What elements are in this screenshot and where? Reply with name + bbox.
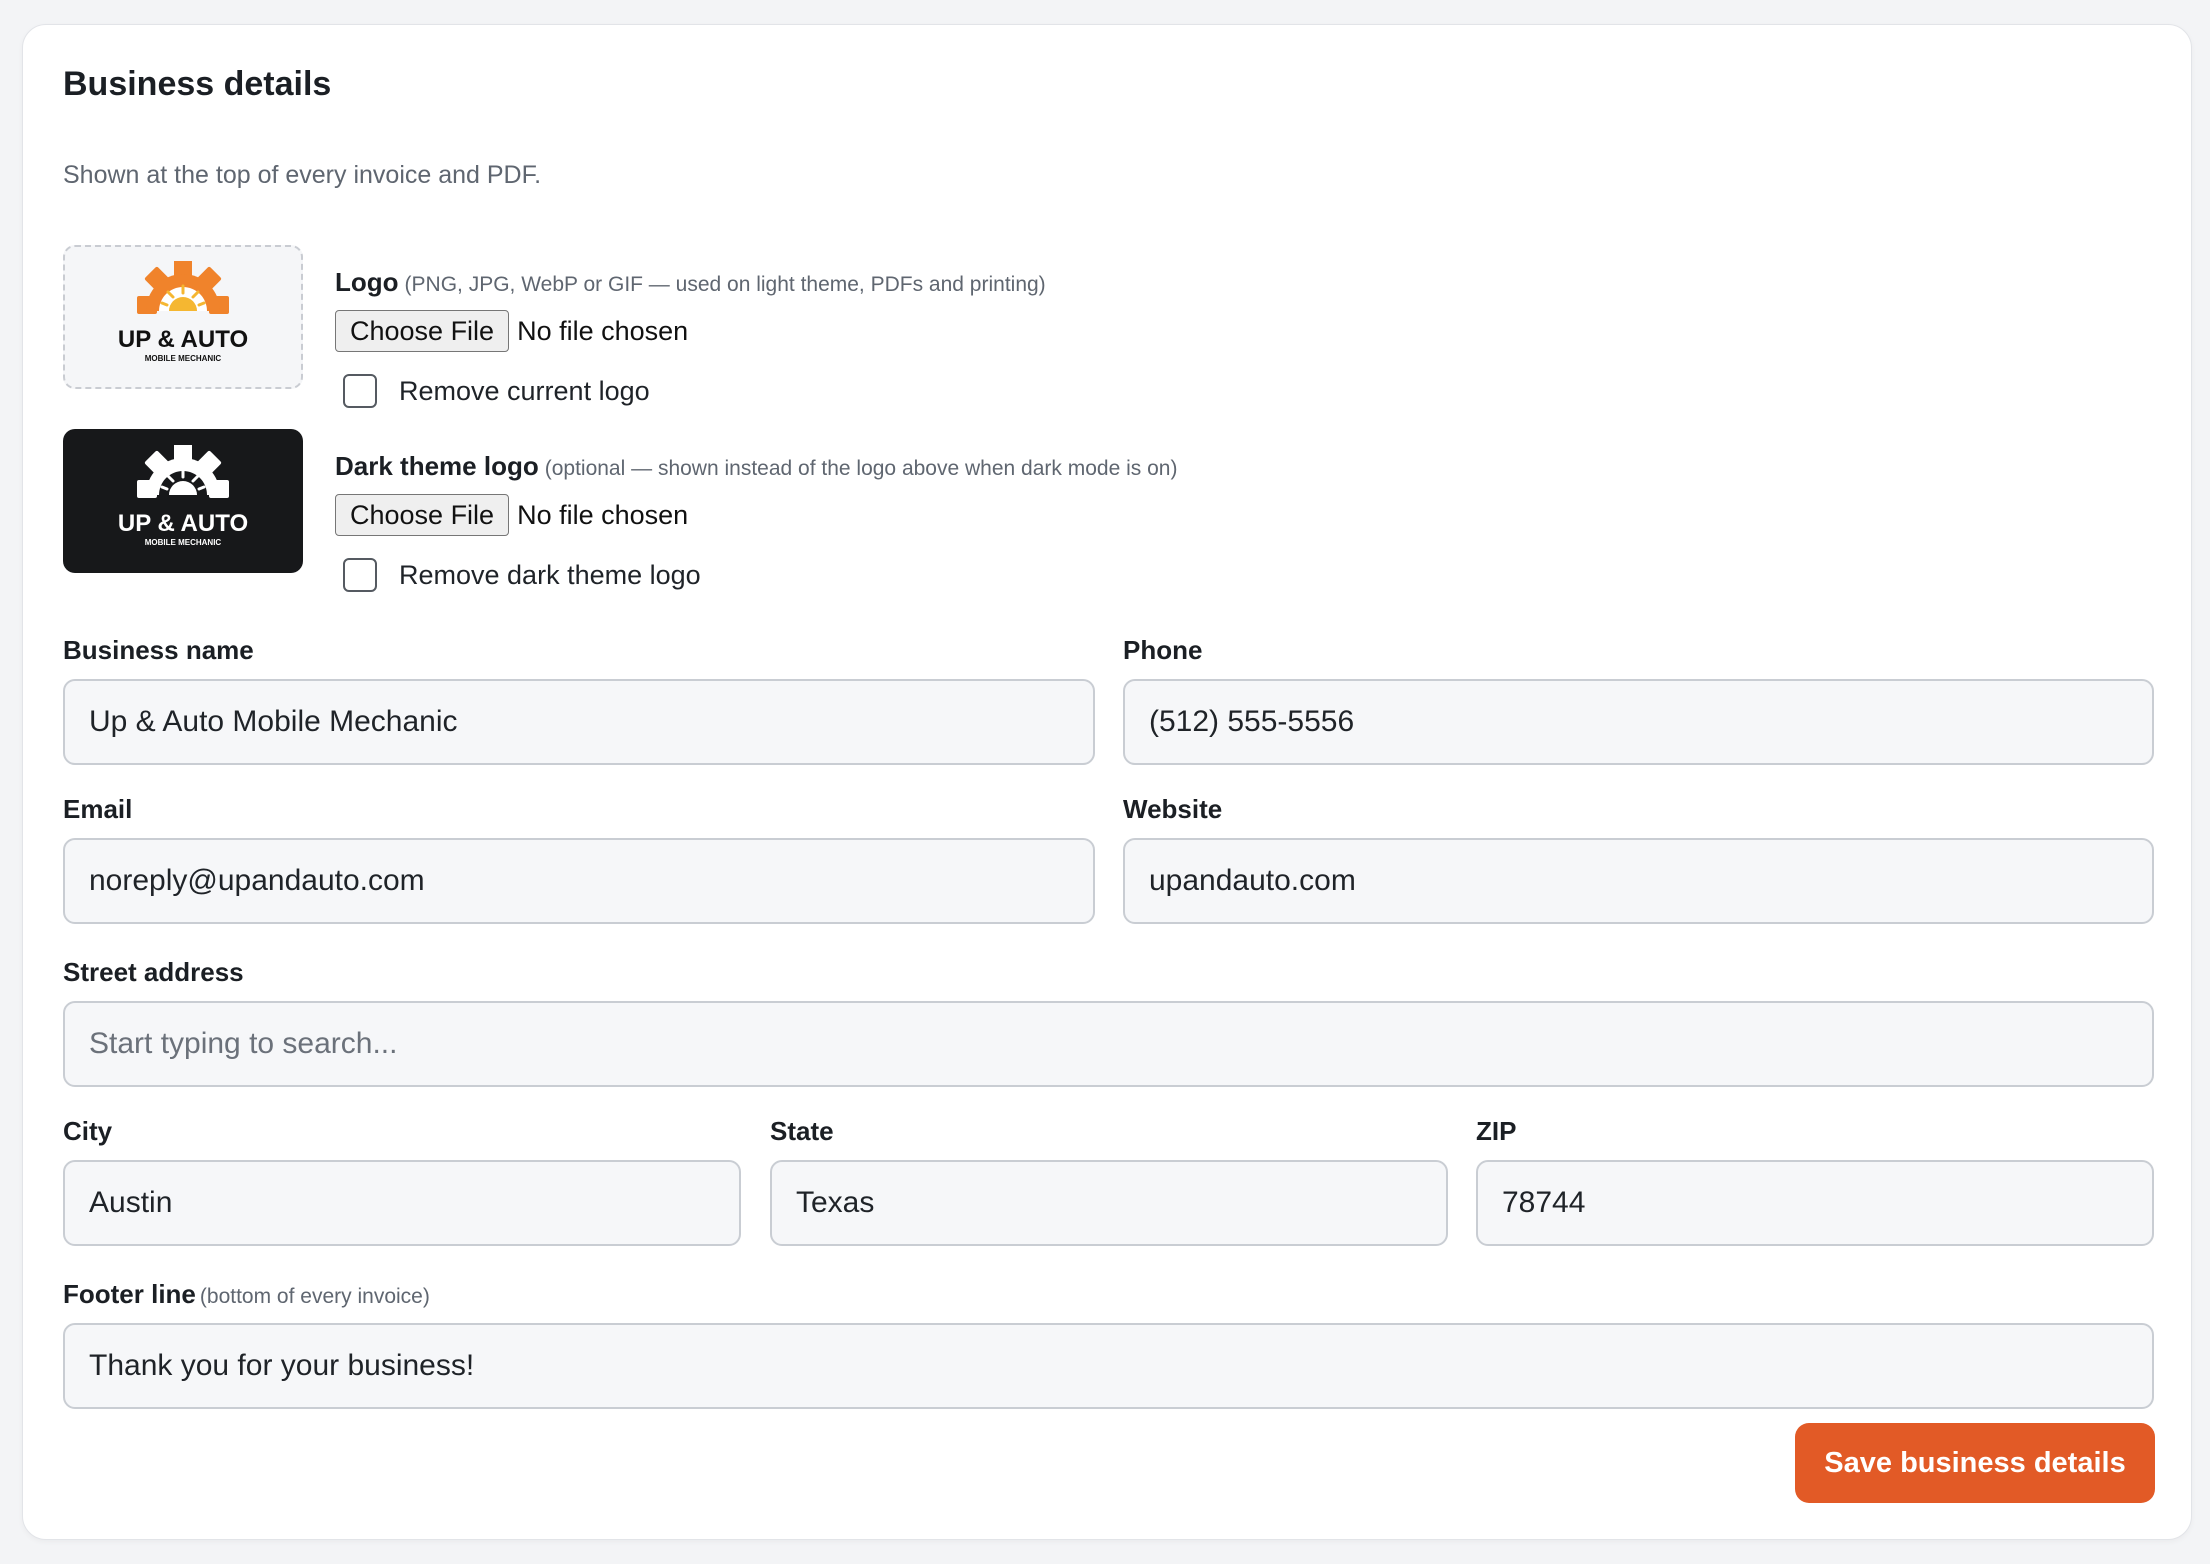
footer-line-label-text: Footer line xyxy=(63,1279,196,1309)
state-label: State xyxy=(770,1116,834,1146)
brand-logo-dark-image: UP & AUTO MOBILE MECHANIC xyxy=(118,445,248,547)
website-input[interactable] xyxy=(1123,838,2154,924)
dark-logo-choose-file-button[interactable]: Choose File xyxy=(335,494,510,536)
remove-dark-logo-checkbox[interactable] xyxy=(343,558,377,592)
dark-logo-file-input: Choose File No file chosen xyxy=(335,494,1177,536)
remove-logo-checkbox[interactable] xyxy=(343,374,377,408)
email-label: Email xyxy=(63,794,133,824)
dark-logo-file-status: No file chosen xyxy=(517,499,689,530)
street-address-input[interactable] xyxy=(63,1001,2154,1087)
dark-logo-upload: Dark theme logo (optional — shown instead… xyxy=(335,451,1177,594)
logo-hint: (PNG, JPG, WebP or GIF — used on light t… xyxy=(404,273,1046,296)
dark-logo-label-text: Dark theme logo xyxy=(335,451,539,481)
remove-logo-label: Remove current logo xyxy=(399,375,650,406)
business-name-input[interactable] xyxy=(63,679,1095,765)
remove-dark-logo-option: Remove dark theme logo xyxy=(335,556,1177,594)
save-business-details-button[interactable]: Save business details xyxy=(1795,1423,2155,1503)
business-details-card: Business details Shown at the top of eve… xyxy=(22,24,2192,1540)
email-input[interactable] xyxy=(63,838,1095,924)
dark-logo-preview: UP & AUTO MOBILE MECHANIC xyxy=(63,429,303,573)
phone-label: Phone xyxy=(1123,635,1203,665)
section-subtitle: Shown at the top of every invoice and PD… xyxy=(63,161,542,189)
logo-label: Logo (PNG, JPG, WebP or GIF — used on lig… xyxy=(335,267,1046,298)
logo-choose-file-button[interactable]: Choose File xyxy=(335,310,510,352)
remove-dark-logo-label: Remove dark theme logo xyxy=(399,559,701,590)
business-name-label: Business name xyxy=(63,635,254,665)
logo-upload: Logo (PNG, JPG, WebP or GIF — used on lig… xyxy=(335,267,1046,410)
state-input[interactable] xyxy=(770,1160,1448,1246)
dark-logo-label: Dark theme logo (optional — shown instead… xyxy=(335,451,1177,482)
footer-line-input[interactable] xyxy=(63,1323,2154,1409)
phone-input[interactable] xyxy=(1123,679,2154,765)
brand-logo-tagline: MOBILE MECHANIC xyxy=(145,354,222,363)
dark-logo-hint: (optional — shown instead of the logo ab… xyxy=(544,457,1178,480)
footer-line-label: Footer line (bottom of every invoice) xyxy=(63,1279,430,1310)
remove-logo-option: Remove current logo xyxy=(335,372,1046,410)
street-address-label: Street address xyxy=(63,957,244,987)
city-input[interactable] xyxy=(63,1160,741,1246)
brand-logo-dark-tagline: MOBILE MECHANIC xyxy=(145,538,222,547)
zip-label: ZIP xyxy=(1476,1116,1517,1146)
brand-logo-dark-text: UP & AUTO xyxy=(118,510,248,537)
logo-file-status: No file chosen xyxy=(517,315,689,346)
brand-logo-image: UP & AUTO MOBILE MECHANIC xyxy=(118,261,248,363)
logo-preview: UP & AUTO MOBILE MECHANIC xyxy=(63,245,303,389)
section-title: Business details xyxy=(63,65,332,103)
zip-input[interactable] xyxy=(1476,1160,2154,1246)
city-label: City xyxy=(63,1116,113,1146)
logo-label-text: Logo xyxy=(335,267,399,297)
logo-file-input: Choose File No file chosen xyxy=(335,310,1046,352)
brand-logo-text: UP & AUTO xyxy=(118,326,248,353)
website-label: Website xyxy=(1123,794,1223,824)
footer-line-hint: (bottom of every invoice) xyxy=(199,1285,430,1308)
